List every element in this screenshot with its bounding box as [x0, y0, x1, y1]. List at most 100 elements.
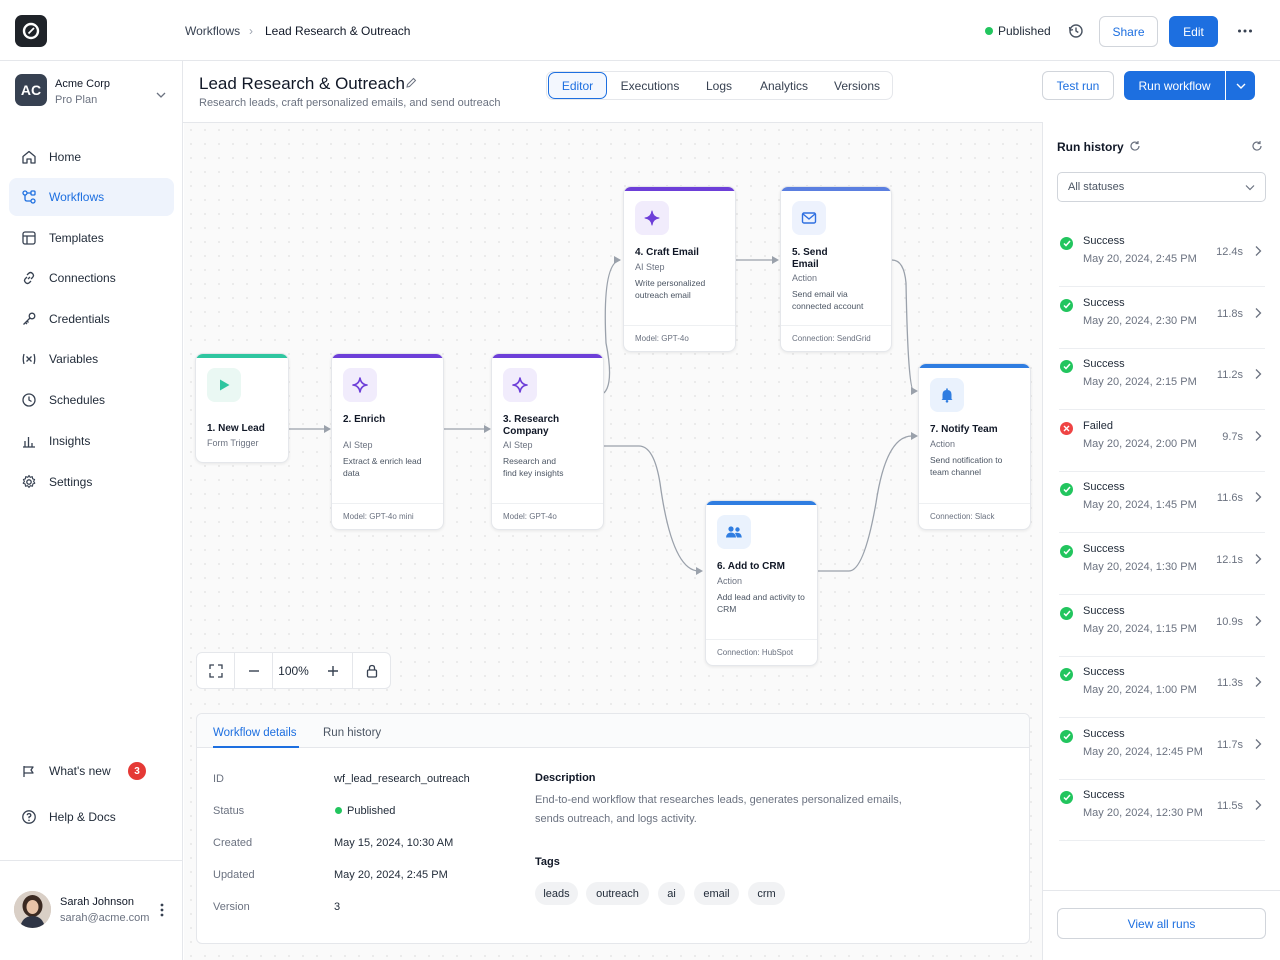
node-send-email[interactable]: 5. Send Email Action Send email via conn… [780, 186, 892, 352]
node-add-to-crm[interactable]: 6. Add to CRM Action Add lead and activi… [705, 500, 818, 666]
edit-button[interactable]: Edit [1169, 16, 1218, 47]
node-description: Write personalized outreach email [635, 278, 706, 300]
run-history-panel: Run history All statuses Success May 20, … [1042, 123, 1280, 960]
run-status: Success [1083, 235, 1125, 247]
chevron-right-icon [1255, 430, 1262, 441]
sidebar-item-connections[interactable]: Connections [9, 259, 174, 297]
tab-editor[interactable]: Editor [548, 72, 607, 99]
sidebar-item-variables[interactable]: Variables [9, 340, 174, 378]
link-icon [23, 271, 35, 285]
tag-chip[interactable]: ai [658, 882, 685, 905]
org-switcher-chevron-down-icon[interactable] [156, 87, 166, 98]
run-row[interactable]: Failed May 20, 2024, 2:00 PM 9.7s [1059, 410, 1265, 472]
node-accent-bar [706, 501, 817, 505]
tag-chip[interactable]: email [694, 882, 739, 905]
chevron-down-icon [1236, 83, 1245, 89]
sidebar-item-label: Templates [49, 231, 104, 245]
sidebar-item-help[interactable]: Help & Docs [9, 798, 174, 836]
run-row[interactable]: Success May 20, 2024, 1:15 PM 10.9s [1059, 595, 1265, 657]
refresh-icon[interactable] [1129, 140, 1141, 152]
sidebar-item-whats-new[interactable]: What's new 3 [9, 752, 174, 790]
run-workflow-button[interactable]: Run workflow [1124, 71, 1225, 100]
tag-chip[interactable]: crm [748, 882, 785, 905]
zoom-in-button[interactable] [314, 653, 353, 688]
run-date: May 20, 2024, 1:45 PM [1083, 499, 1197, 512]
run-row[interactable]: Success May 20, 2024, 2:30 PM 11.8s [1059, 287, 1265, 349]
zoom-out-button[interactable] [235, 653, 273, 688]
node-accent-bar [196, 354, 288, 358]
breadcrumb-workflows[interactable]: Workflows [185, 24, 240, 38]
run-row[interactable]: Success May 20, 2024, 2:15 PM 11.2s [1059, 348, 1265, 411]
run-duration: 11.2s [1216, 369, 1243, 382]
tag-chip[interactable]: leads [535, 882, 578, 905]
node-type: Action [930, 439, 956, 449]
success-check-icon [1060, 545, 1073, 558]
chevron-right-icon [1255, 800, 1262, 811]
run-row[interactable]: Success May 20, 2024, 1:30 PM 12.1s [1059, 533, 1265, 595]
test-run-button[interactable]: Test run [1042, 71, 1114, 100]
tab-executions[interactable]: Executions [607, 72, 693, 99]
zoom-controls: 100% [196, 652, 391, 689]
run-row[interactable]: Success May 20, 2024, 12:45 PM 11.7s [1059, 718, 1265, 780]
run-date: May 20, 2024, 2:00 PM [1083, 437, 1197, 450]
tab-logs[interactable]: Logs [693, 72, 745, 99]
run-row[interactable]: Success May 20, 2024, 1:45 PM 11.6s [1059, 471, 1265, 534]
sidebar-item-credentials[interactable]: Credentials [9, 300, 174, 338]
share-button[interactable]: Share [1099, 16, 1158, 47]
tab-run-history[interactable]: Run history [323, 727, 381, 739]
description-text: End-to-end workflow that researches lead… [535, 794, 902, 825]
tab-versions[interactable]: Versions [823, 72, 891, 99]
sidebar-item-workflows[interactable]: Workflows [9, 178, 174, 216]
sidebar-item-insights[interactable]: Insights [9, 422, 174, 460]
template-icon [22, 231, 36, 245]
status-filter-dropdown[interactable]: All statuses [1057, 172, 1266, 202]
sidebar-divider [0, 860, 182, 861]
publish-status: Published [998, 24, 1051, 38]
success-check-icon [1060, 791, 1073, 805]
node-notify-team[interactable]: 7. Notify Team Action Send notification … [918, 363, 1031, 530]
node-enrich[interactable]: 2. Enrich AI Step Extract & enrich lead … [331, 353, 444, 530]
run-row[interactable]: Success May 20, 2024, 2:45 PM 12.4s [1059, 225, 1265, 287]
success-check-icon [1060, 237, 1073, 250]
sidebar-item-schedules[interactable]: Schedules [9, 381, 174, 419]
tag-chip[interactable]: outreach [586, 882, 649, 905]
node-description: Send notification to team channel [930, 455, 1003, 477]
history-icon[interactable] [1067, 22, 1085, 40]
run-date: May 20, 2024, 2:45 PM [1083, 253, 1197, 265]
updated-label: Updated [213, 869, 255, 881]
sparkle-icon [635, 201, 669, 235]
sidebar-item-settings[interactable]: Settings [9, 463, 174, 501]
tab-analytics[interactable]: Analytics [745, 72, 823, 99]
run-row[interactable]: Success May 20, 2024, 12:30 PM 11.5s [1059, 779, 1265, 842]
success-check-icon [1060, 298, 1073, 312]
user-menu-icon[interactable] [158, 902, 166, 918]
more-options-icon[interactable] [1236, 23, 1254, 39]
sidebar-item-templates[interactable]: Templates [9, 219, 174, 257]
tab-workflow-details[interactable]: Workflow details [213, 727, 297, 739]
node-type: AI Step [503, 440, 533, 450]
edit-title-pencil-icon[interactable] [405, 77, 417, 89]
node-title: 4. Craft Email [635, 247, 699, 258]
sidebar-item-home[interactable]: Home [9, 138, 174, 176]
chart-icon [23, 437, 35, 448]
user-avatar[interactable] [14, 891, 51, 928]
run-row[interactable]: Success May 20, 2024, 1:00 PM 11.3s [1059, 656, 1265, 719]
chevron-right-icon [1255, 554, 1262, 564]
created-value: May 15, 2024, 10:30 AM [334, 837, 454, 849]
reload-icon[interactable] [1251, 140, 1263, 152]
success-check-icon [1060, 729, 1073, 743]
app-logo[interactable] [15, 15, 47, 47]
megaphone-icon [23, 766, 34, 777]
lock-button[interactable] [353, 653, 390, 688]
node-craft-email[interactable]: 4. Craft Email AI Step Write personalize… [623, 186, 736, 352]
run-status: Success [1083, 481, 1125, 494]
sidebar-item-label: Insights [49, 434, 91, 448]
node-type: Form Trigger [207, 438, 259, 448]
run-duration: 12.1s [1216, 554, 1243, 566]
fit-view-button[interactable] [197, 653, 235, 688]
run-options-button[interactable] [1226, 71, 1255, 100]
node-new-lead[interactable]: 1. New Lead Form Trigger [195, 353, 289, 463]
view-all-runs-button[interactable]: View all runs [1057, 908, 1266, 939]
status-value: Published [347, 805, 396, 817]
node-research-company[interactable]: 3. Research Company AI Step Research and… [491, 353, 604, 530]
